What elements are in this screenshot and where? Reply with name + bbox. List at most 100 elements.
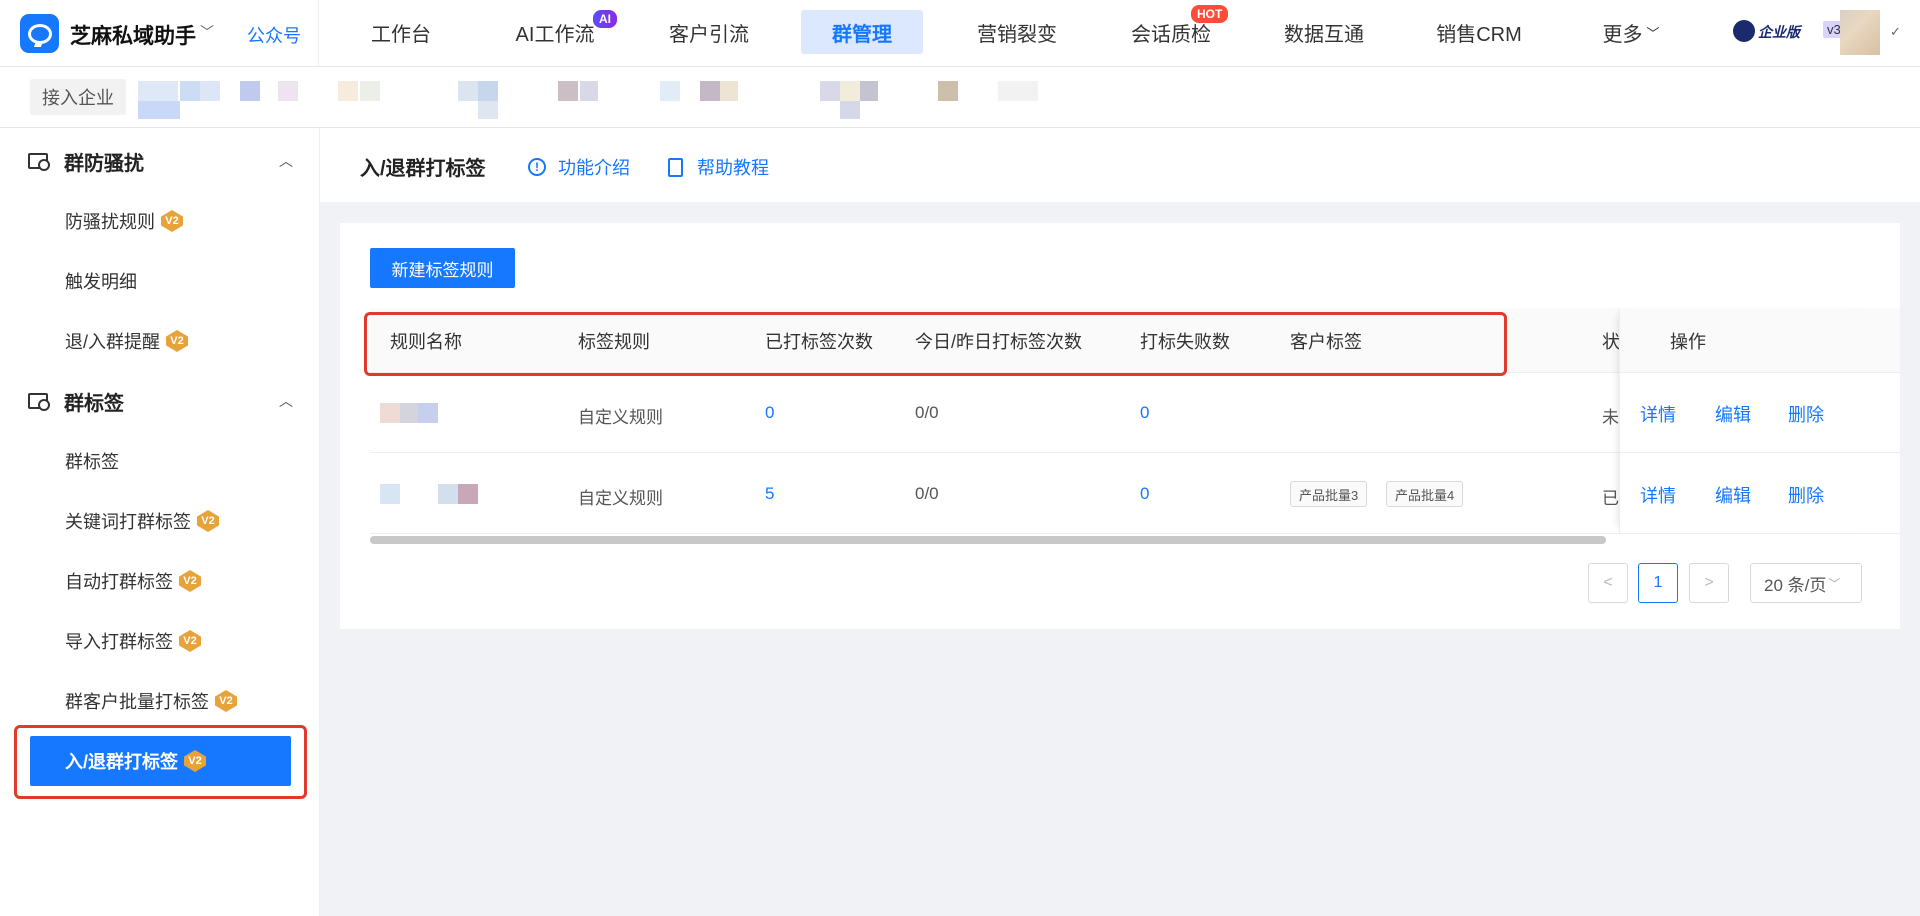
nav-divider	[318, 0, 319, 66]
nav-sales-crm[interactable]: 销售CRM	[1428, 10, 1530, 54]
sidebar-group-title: 群防骚扰	[64, 152, 144, 175]
nav-marketing[interactable]: 营销裂变	[966, 10, 1068, 54]
today-yesterday-cell: 0/0	[915, 484, 939, 503]
sidebar-item-join-leave-tagging[interactable]: 入/退群打标签 V2	[30, 736, 291, 786]
column-header: 客户标签	[1290, 332, 1362, 352]
page-size-label: 20 条/页	[1764, 575, 1827, 595]
failed-count-cell[interactable]: 0	[1140, 484, 1149, 504]
avatar[interactable]	[1840, 10, 1880, 55]
sidebar-item-label: 退/入群提醒	[65, 332, 161, 352]
column-header: 已打标签次数	[765, 332, 873, 352]
sidebar-item-label: 入/退群打标签	[65, 752, 179, 772]
top-navbar: 芝麻私域助手 ﹀ 公众号 工作台 AI工作流 AI 客户引流 群管理 营销裂变 …	[0, 0, 1920, 67]
status-cell: 已	[1602, 489, 1619, 508]
feature-intro-link[interactable]: ! 功能介绍	[528, 154, 630, 180]
help-tutorial-label: 帮助教程	[697, 158, 769, 178]
sidebar-group-anti-harassment[interactable]: 群防骚扰 ︿	[28, 146, 293, 176]
page-size-select[interactable]: 20 条/页 ﹀	[1750, 563, 1862, 603]
sidebar-item-import-tagging[interactable]: 导入打群标签 V2	[65, 626, 201, 656]
enterprise-edition-icon	[1733, 20, 1755, 42]
customer-tag-chip: 产品批量4	[1386, 481, 1464, 507]
tag-count-cell[interactable]: 0	[765, 403, 774, 423]
enterprise-name-redacted	[138, 81, 1053, 119]
today-yesterday-cell: 0/0	[915, 403, 939, 422]
sidebar-group-group-tags[interactable]: 群标签 ︿	[28, 386, 293, 416]
nav-data-sync[interactable]: 数据互通	[1273, 10, 1375, 54]
sidebar-item-keyword-tagging[interactable]: 关键词打群标签 V2	[65, 506, 219, 536]
enterprise-bar: 接入企业	[0, 67, 1920, 128]
sidebar-item-auto-tagging[interactable]: 自动打群标签 V2	[65, 566, 201, 596]
app-name[interactable]: 芝麻私域助手	[70, 20, 196, 50]
hot-badge: HOT	[1191, 5, 1229, 23]
sidebar-item-label: 群客户批量打标签	[65, 692, 209, 712]
document-icon	[668, 157, 683, 177]
chevron-up-icon: ︿	[279, 153, 293, 169]
customer-tag-chip: 产品批量3	[1290, 481, 1368, 507]
sidebar-item-batch-tagging[interactable]: 群客户批量打标签 V2	[65, 686, 237, 716]
sidebar-item-trigger-details[interactable]: 触发明细	[65, 266, 137, 296]
detail-button[interactable]: 详情	[1640, 482, 1676, 508]
app-logo-icon[interactable]	[20, 14, 59, 53]
sidebar-item-label: 群标签	[65, 452, 119, 472]
nav-group-management[interactable]: 群管理	[801, 10, 923, 54]
sidebar-item-label: 触发明细	[65, 272, 137, 292]
column-header: 今日/昨日打标签次数	[915, 332, 1083, 352]
chevron-down-icon[interactable]: ✓	[1890, 24, 1901, 40]
sidebar-item-group-tags[interactable]: 群标签	[65, 446, 119, 476]
sidebar-item-anti-harassment-rules[interactable]: 防骚扰规则 V2	[65, 206, 183, 236]
page-header: 入/退群打标签 ! 功能介绍 帮助教程	[320, 128, 1920, 202]
nav-more-label: 更多	[1602, 23, 1643, 46]
chevron-down-icon: ﹀	[1646, 25, 1660, 41]
feature-intro-label: 功能介绍	[558, 158, 630, 178]
nav-ai-workflow-label: AI工作流	[515, 23, 595, 46]
help-tutorial-link[interactable]: 帮助教程	[668, 154, 769, 180]
status-cell: 未	[1602, 408, 1619, 427]
v2-badge: V2	[166, 330, 189, 352]
sidebar-group-title: 群标签	[64, 392, 124, 415]
sidebar-item-label: 关键词打群标签	[65, 512, 191, 532]
next-page-button[interactable]: >	[1689, 563, 1729, 603]
page-title: 入/退群打标签	[360, 158, 486, 180]
v2-badge: V2	[184, 750, 207, 772]
v2-badge: V2	[197, 510, 219, 532]
tag-chat-icon	[28, 393, 50, 411]
delete-button[interactable]: 删除	[1788, 482, 1824, 508]
rules-card: 新建标签规则 规则名称 标签规则 已打标签次数 今日/昨日打标签次数 打标失败数…	[340, 223, 1900, 629]
shield-chat-icon	[28, 153, 50, 171]
page-1-button[interactable]: 1	[1638, 563, 1678, 603]
nav-customer-acquisition[interactable]: 客户引流	[658, 10, 760, 54]
v2-badge: V2	[161, 210, 183, 232]
edit-button[interactable]: 编辑	[1715, 401, 1751, 427]
v2-badge: V2	[179, 630, 201, 652]
column-header: 规则名称	[390, 332, 462, 352]
sidebar-item-label: 防骚扰规则	[65, 212, 155, 232]
v2-badge: V2	[215, 690, 237, 712]
account-link[interactable]: 公众号	[247, 22, 301, 48]
sidebar: 群防骚扰 ︿ 防骚扰规则 V2 触发明细 退/入群提醒 V2 群标签 ︿ 群标签 关…	[0, 128, 320, 916]
sidebar-item-label: 自动打群标签	[65, 572, 173, 592]
horizontal-scrollbar[interactable]	[370, 536, 1606, 544]
enterprise-label[interactable]: 接入企业	[30, 79, 126, 115]
column-header: 状	[1602, 332, 1620, 352]
nav-workbench[interactable]: 工作台	[350, 10, 452, 54]
chevron-down-icon: ﹀	[1828, 576, 1841, 591]
failed-count-cell[interactable]: 0	[1140, 403, 1149, 423]
actions-column: 详情 编辑 删除 详情 编辑 删除	[1619, 308, 1870, 533]
tag-rule-cell: 自定义规则	[578, 489, 663, 508]
detail-button[interactable]: 详情	[1640, 401, 1676, 427]
tag-rule-cell: 自定义规则	[578, 408, 663, 427]
edition-label: 企业版	[1758, 24, 1800, 40]
chevron-up-icon: ︿	[279, 393, 293, 409]
column-header: 打标失败数	[1140, 332, 1230, 352]
sidebar-item-join-leave-alert[interactable]: 退/入群提醒 V2	[65, 326, 189, 356]
prev-page-button[interactable]: <	[1588, 563, 1628, 603]
chevron-down-icon[interactable]: ﹀	[200, 22, 214, 42]
tag-count-cell[interactable]: 5	[765, 484, 774, 504]
delete-button[interactable]: 删除	[1788, 401, 1824, 427]
nav-more[interactable]: 更多 ﹀	[1595, 10, 1667, 54]
sidebar-item-label: 导入打群标签	[65, 632, 173, 652]
info-icon: !	[528, 158, 546, 176]
new-tag-rule-button[interactable]: 新建标签规则	[370, 248, 515, 288]
edit-button[interactable]: 编辑	[1715, 482, 1751, 508]
ai-badge: AI	[593, 10, 617, 28]
